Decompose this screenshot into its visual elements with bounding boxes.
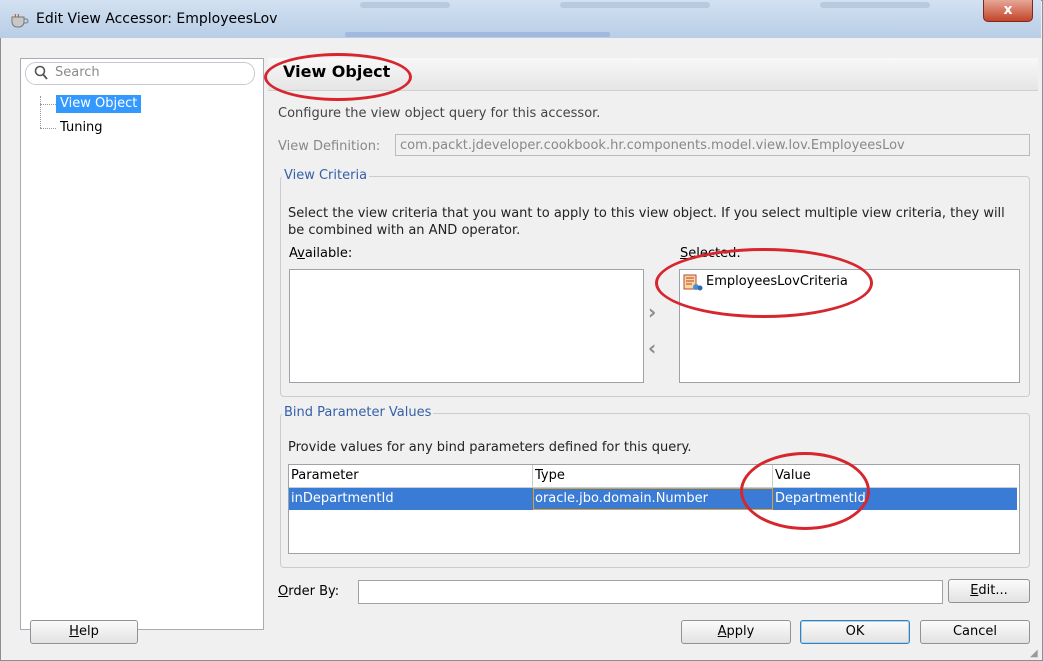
view-criteria-legend: View Criteria bbox=[282, 168, 370, 183]
selected-label: Selected: bbox=[680, 246, 741, 261]
bind-params-description: Provide values for any bind parameters d… bbox=[288, 440, 692, 455]
background-blur bbox=[345, 32, 610, 37]
tree-connector bbox=[40, 104, 56, 105]
edit-order-by-button[interactable]: Edit... bbox=[948, 579, 1030, 603]
order-by-mnemonic: O bbox=[278, 584, 289, 599]
search-input[interactable]: Search bbox=[25, 62, 255, 85]
nav-item-tuning[interactable]: Tuning bbox=[56, 119, 107, 137]
selected-criteria-item[interactable]: EmployeesLovCriteria bbox=[706, 274, 848, 289]
column-header-type[interactable]: Type bbox=[533, 465, 773, 487]
order-by-label: Order By: bbox=[278, 584, 339, 599]
help-button[interactable]: Help bbox=[30, 620, 138, 644]
view-criteria-icon bbox=[683, 274, 703, 296]
tree-connector bbox=[40, 128, 56, 129]
order-by-input[interactable] bbox=[358, 580, 943, 604]
view-criteria-description: Select the view criteria that you want t… bbox=[288, 206, 1005, 238]
background-blur bbox=[360, 2, 450, 8]
available-label-part: ailable: bbox=[304, 246, 353, 261]
apply-mnemonic: A bbox=[717, 624, 727, 639]
close-icon[interactable]: x bbox=[1003, 2, 1012, 18]
move-right-button[interactable]: › bbox=[648, 300, 656, 324]
cell-value[interactable]: DepartmentId bbox=[773, 488, 1017, 510]
ok-button[interactable]: OK bbox=[800, 620, 910, 644]
edit-label-part: dit... bbox=[978, 583, 1008, 598]
column-header-parameter[interactable]: Parameter bbox=[289, 465, 533, 487]
tree-connector bbox=[40, 96, 41, 128]
resize-grip-icon[interactable]: ◢ bbox=[1030, 648, 1038, 659]
view-definition-field: com.packt.jdeveloper.cookbook.hr.compone… bbox=[395, 134, 1030, 156]
cancel-button[interactable]: Cancel bbox=[920, 620, 1030, 644]
column-header-value[interactable]: Value bbox=[773, 465, 1017, 487]
window-title: Edit View Accessor: EmployeesLov bbox=[36, 11, 278, 27]
available-label-part: A bbox=[289, 246, 298, 261]
coffee-cup-icon bbox=[10, 13, 30, 32]
search-icon bbox=[34, 65, 48, 85]
available-list[interactable] bbox=[289, 269, 644, 383]
apply-button[interactable]: Apply bbox=[681, 620, 791, 644]
cell-parameter[interactable]: inDepartmentId bbox=[289, 488, 533, 510]
navigation-panel bbox=[20, 58, 264, 630]
background-blur bbox=[820, 2, 930, 8]
move-left-button[interactable]: ‹ bbox=[648, 336, 656, 360]
apply-label-part: pply bbox=[726, 624, 755, 639]
available-label: Available: bbox=[289, 246, 352, 261]
nav-item-view-object[interactable]: View Object bbox=[56, 95, 142, 113]
search-placeholder: Search bbox=[55, 65, 100, 80]
page-description: Configure the view object query for this… bbox=[278, 106, 601, 121]
available-label-mnemonic: v bbox=[297, 246, 305, 261]
cell-type[interactable]: oracle.jbo.domain.Number bbox=[533, 488, 773, 510]
bind-params-table: Parameter Type Value inDepartmentId orac… bbox=[288, 464, 1020, 554]
selected-label-part: elected: bbox=[688, 246, 741, 261]
order-by-label-part: rder By: bbox=[288, 584, 340, 599]
bind-params-legend: Bind Parameter Values bbox=[282, 405, 434, 420]
close-button[interactable]: x bbox=[983, 0, 1033, 22]
help-label-part: elp bbox=[78, 624, 99, 639]
page-title: View Object bbox=[283, 62, 391, 81]
background-blur bbox=[560, 2, 710, 8]
help-mnemonic: H bbox=[69, 624, 79, 639]
view-definition-label: View Definition: bbox=[278, 139, 381, 154]
